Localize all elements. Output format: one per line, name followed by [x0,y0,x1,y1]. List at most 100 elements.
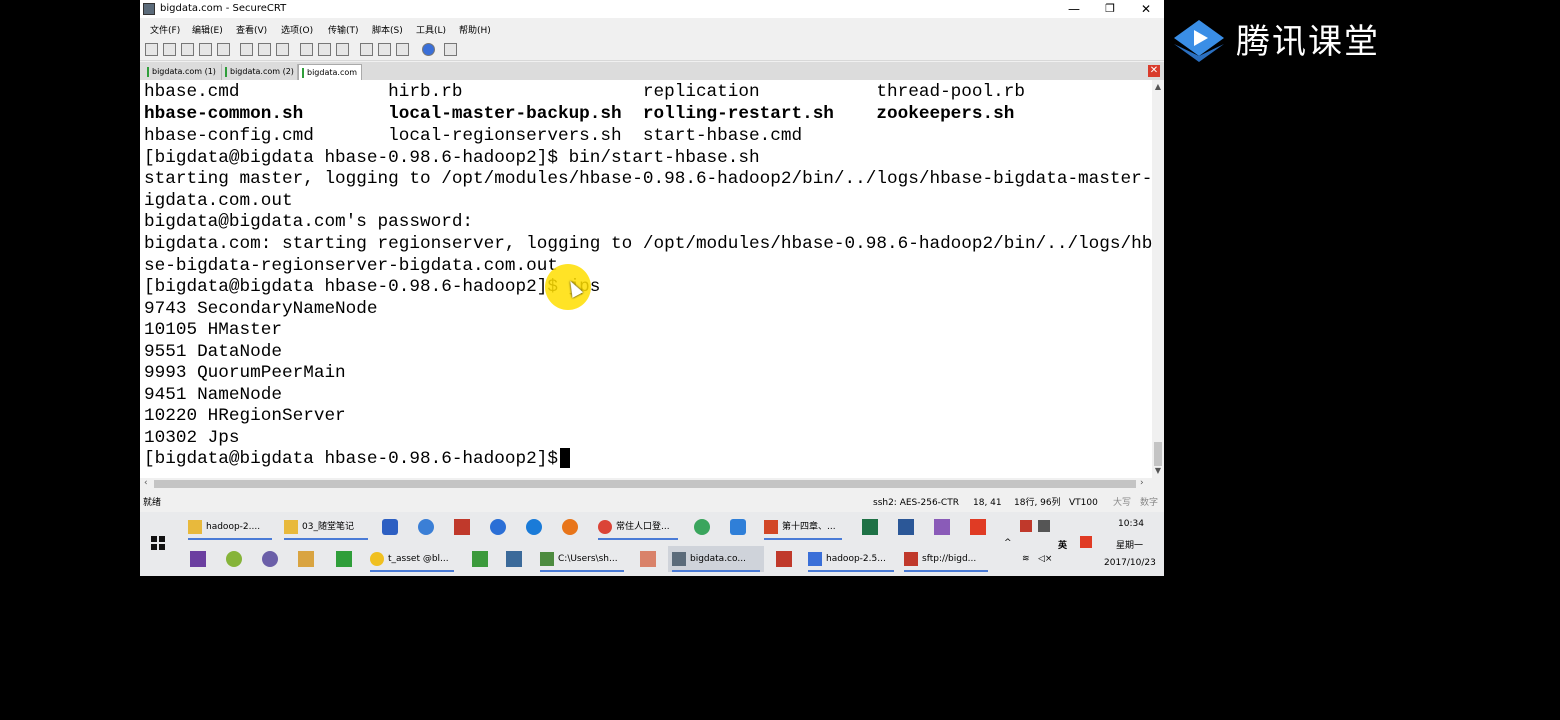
copy-icon[interactable] [240,43,253,56]
close-tab-icon[interactable]: ✕ [1148,65,1160,77]
horizontal-scrollbar[interactable]: ‹ › [140,478,1152,490]
securecrt-icon [672,551,686,566]
find-icon[interactable] [276,43,289,56]
session-options-icon[interactable] [360,43,373,56]
app-icon[interactable] [506,551,522,567]
securecrt-icon [143,3,155,15]
app-icon[interactable] [934,519,950,535]
terminal-prompt: [bigdata@bigdata hbase-0.98.6-hadoop2]$ [144,449,569,469]
app-icon[interactable] [298,551,314,567]
menu-options[interactable]: 选项(O) [281,23,313,36]
connect-tab-icon[interactable] [181,43,194,56]
menu-file[interactable]: 文件(F) [150,23,180,36]
clock-weekday[interactable]: 星期一 [1116,538,1143,551]
app-icon[interactable] [970,519,986,535]
terminal-line: 9451 NameNode [144,385,282,405]
axure-icon[interactable] [190,551,206,567]
sftp-icon[interactable] [444,43,457,56]
taskbar-item-hadoop-folder[interactable]: hadoop-2.... [184,514,276,540]
wifi-icon[interactable]: ≋ [1022,554,1030,564]
menu-transfer[interactable]: 传输(T) [328,23,359,36]
scroll-left-icon[interactable]: ‹ [144,478,148,488]
vertical-scrollbar[interactable]: ▲ ▼ [1152,80,1164,478]
window-icon [808,551,822,566]
app-icon[interactable] [472,551,488,567]
terminal-line: 10220 HRegionServer [144,406,346,426]
tray-icon[interactable] [1020,520,1032,532]
clock-time[interactable]: 10:34 [1118,519,1144,529]
tab-session-2[interactable]: bigdata.com (2) [222,64,298,80]
tab-session-1[interactable]: bigdata.com (1) [144,64,222,80]
scroll-right-icon[interactable]: › [1140,478,1144,488]
terminal-line: hbase-common.sh local-master-backup.sh r… [144,104,1015,124]
title-bar: bigdata.com - SecureCRT — ❐ ✕ [140,0,1164,18]
clock-date[interactable]: 2017/10/23 [1104,558,1156,568]
app-icon[interactable] [694,519,710,535]
taskbar-item-notes-folder[interactable]: 03_随堂笔记 [280,514,372,540]
ime-indicator[interactable]: 英 [1058,538,1067,551]
volume-icon[interactable]: ◁× [1038,554,1052,564]
taskbar-item-sftp[interactable]: sftp://bigd... [900,546,992,572]
status-cursor-position: 18, 41 [973,498,1002,508]
terminal-line: starting master, logging to /opt/modules… [144,169,1152,189]
app-icon[interactable] [490,519,506,535]
menu-view[interactable]: 查看(V) [236,23,267,36]
terminal-line: 9993 QuorumPeerMain [144,363,346,383]
tab-session-active[interactable]: bigdata.com [298,64,362,80]
ie-icon[interactable] [526,519,542,535]
scrollbar-thumb[interactable] [1154,442,1162,466]
status-size: 18行, 96列 [1014,498,1061,508]
app-icon[interactable] [730,519,746,535]
scroll-down-icon[interactable]: ▼ [1152,466,1164,475]
print-icon[interactable] [300,43,313,56]
window-title: bigdata.com - SecureCRT [160,3,287,14]
terminal-line: 10302 Jps [144,428,240,448]
app-icon[interactable] [336,551,352,567]
taskbar-item-navicat[interactable]: t_asset @bl... [366,546,458,572]
eclipse-icon[interactable] [262,551,278,567]
taskbar-item-powerpoint[interactable]: 第十四章、... [760,514,846,540]
scrollbar-thumb[interactable] [154,480,1136,488]
menu-help[interactable]: 帮助(H) [459,23,491,36]
filezilla-icon[interactable] [776,551,792,567]
app-icon[interactable] [418,519,434,535]
tray-icon[interactable] [1038,520,1050,532]
connect-icon[interactable] [145,43,158,56]
keymap-icon[interactable] [396,43,409,56]
scroll-up-icon[interactable]: ▲ [1152,82,1164,91]
minimize-icon[interactable]: — [1056,0,1092,18]
menu-tools[interactable]: 工具(L) [416,23,446,36]
windows-start-icon[interactable] [151,536,165,550]
help-icon[interactable] [422,43,435,56]
status-emulation: VT100 [1069,498,1098,508]
app-icon[interactable] [382,519,398,535]
reconnect-icon[interactable] [199,43,212,56]
menu-edit[interactable]: 编辑(E) [192,23,223,36]
print-selection-icon[interactable] [318,43,331,56]
excel-icon[interactable] [862,519,878,535]
taskbar-item-securecrt[interactable]: bigdata.co... [668,546,764,572]
close-icon[interactable]: ✕ [1128,0,1164,18]
terminal-line: igdata.com.out [144,191,293,211]
terminal-line: 9551 DataNode [144,342,282,362]
disconnect-icon[interactable] [217,43,230,56]
restore-icon[interactable]: ❐ [1092,0,1128,18]
quick-connect-icon[interactable] [163,43,176,56]
terminal-output[interactable]: hbase.cmd hirb.rb replication thread-poo… [140,80,1152,478]
firefox-icon[interactable] [562,519,578,535]
global-options-icon[interactable] [378,43,391,56]
app-icon[interactable] [454,519,470,535]
taskbar-item-explorer[interactable]: C:\Users\sh... [536,546,628,572]
sogou-icon[interactable] [1080,536,1092,548]
printer-setup-icon[interactable] [336,43,349,56]
taskbar-item-hadoop-window[interactable]: hadoop-2.5... [804,546,898,572]
status-connection: ssh2: AES-256-CTR [873,498,959,508]
paste-icon[interactable] [258,43,271,56]
app-icon[interactable] [226,551,242,567]
taskbar-item-chrome[interactable]: 常住人口登... [594,514,682,540]
menu-script[interactable]: 脚本(S) [372,23,403,36]
chevron-up-icon[interactable]: ^ [1004,538,1012,548]
word-icon[interactable] [898,519,914,535]
status-ready: 就绪 [143,498,162,508]
app-icon[interactable] [640,551,656,567]
